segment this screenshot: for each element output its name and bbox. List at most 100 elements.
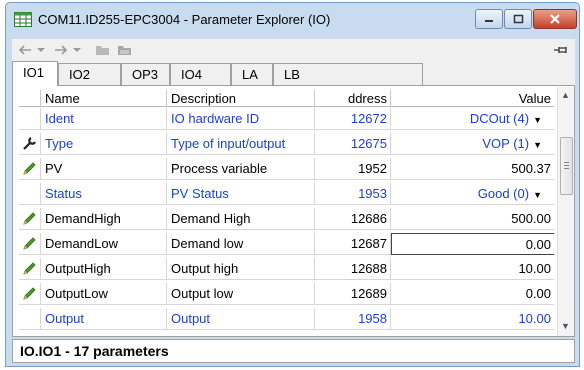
value-text: 10.00 xyxy=(518,311,551,326)
address-text: 12672 xyxy=(350,111,387,126)
table-row[interactable]: Type Type of input/output 12675 VOP (1) ▼ xyxy=(19,133,554,155)
tab-op3[interactable]: OP3 xyxy=(121,63,170,85)
description-text: Output low xyxy=(171,286,234,301)
minimize-button[interactable] xyxy=(475,9,503,29)
cell-value[interactable]: 500.37 xyxy=(391,158,554,180)
vertical-scrollbar[interactable]: ▲ ▼ xyxy=(557,87,574,336)
cell-address: 12688 xyxy=(315,258,391,280)
cell-address: 1952 xyxy=(315,158,391,180)
description-text: Type of input/output xyxy=(171,136,286,151)
tab-io4[interactable]: IO4 xyxy=(170,63,231,85)
description-text: PV Status xyxy=(171,186,229,201)
value-text: 10.00 xyxy=(518,261,551,276)
description-text: Demand High xyxy=(171,211,251,226)
row-icon-cell xyxy=(19,308,41,330)
address-text: 1953 xyxy=(358,186,387,201)
back-icon[interactable] xyxy=(18,42,32,58)
title-bar[interactable]: COM11.ID255-EPC3004 - Parameter Explorer… xyxy=(6,3,579,37)
cell-value[interactable]: 500.00 xyxy=(391,208,554,230)
cell-address: 12686 xyxy=(315,208,391,230)
name-text: DemandLow xyxy=(45,236,118,251)
column-header-address[interactable]: ddress xyxy=(315,90,391,107)
pin-icon[interactable] xyxy=(552,42,570,58)
row-icon-cell xyxy=(19,108,41,130)
dropdown-arrow-icon[interactable]: ▼ xyxy=(533,140,542,150)
tab-io2[interactable]: IO2 xyxy=(58,63,121,85)
cell-value[interactable]: DCOut (4) ▼ xyxy=(391,108,554,130)
cell-description: Output high xyxy=(167,258,315,280)
maximize-icon xyxy=(513,14,523,24)
cell-value[interactable]: VOP (1) ▼ xyxy=(391,133,554,155)
cell-value[interactable]: 0.00 xyxy=(391,283,554,305)
column-header-description[interactable]: Description xyxy=(167,90,315,107)
tab-strip: IO1 IO2 OP3 IO4 LA LB xyxy=(12,61,575,86)
column-header-name[interactable]: Name xyxy=(41,90,167,107)
cell-description: Process variable xyxy=(167,158,315,180)
table-row[interactable]: OutputLow Output low 12689 0.00 xyxy=(19,283,554,305)
tab-la[interactable]: LA xyxy=(231,63,273,85)
forward-dropdown-icon[interactable] xyxy=(72,42,82,58)
cell-name: OutputLow xyxy=(41,283,167,305)
close-button[interactable] xyxy=(533,9,577,29)
cell-description: Output xyxy=(167,308,315,330)
address-text: 1952 xyxy=(358,161,387,176)
pencil-icon xyxy=(22,261,37,276)
value-text: 500.00 xyxy=(511,211,551,226)
value-text: 0.00 xyxy=(525,286,551,301)
cell-name: PV xyxy=(41,158,167,180)
row-icon-cell xyxy=(19,208,41,230)
description-text: Process variable xyxy=(171,161,268,176)
cell-value[interactable]: 10.00 xyxy=(391,258,554,280)
name-text: Ident xyxy=(45,111,74,126)
scroll-down-icon[interactable]: ▼ xyxy=(561,321,570,331)
value-text: DCOut (4) xyxy=(469,111,530,126)
forward-icon[interactable] xyxy=(54,42,68,58)
tab-io1[interactable]: IO1 xyxy=(12,61,58,86)
row-icon-cell xyxy=(19,133,41,155)
address-text: 12686 xyxy=(350,211,387,226)
scroll-up-icon[interactable]: ▲ xyxy=(561,90,570,100)
name-text: Status xyxy=(45,186,82,201)
table-row[interactable]: PV Process variable 1952 500.37 xyxy=(19,158,554,180)
minimize-icon xyxy=(485,20,493,22)
dropdown-arrow-icon[interactable]: ▼ xyxy=(533,190,542,200)
cell-name: Status xyxy=(41,183,167,205)
table-row[interactable]: DemandHigh Demand High 12686 500.00 xyxy=(19,208,554,230)
cell-address: 12687 xyxy=(315,233,391,255)
description-text: Output high xyxy=(171,261,239,276)
scroll-thumb[interactable] xyxy=(560,137,573,195)
column-header-value[interactable]: Value xyxy=(391,90,554,107)
tab-lb[interactable]: LB xyxy=(273,63,423,85)
table-row[interactable]: Status PV Status 1953 Good (0) ▼ xyxy=(19,183,554,205)
cell-value[interactable]: Good (0) ▼ xyxy=(391,183,554,205)
close-icon xyxy=(550,14,560,24)
dropdown-arrow-icon[interactable]: ▼ xyxy=(533,115,542,125)
address-text: 1958 xyxy=(358,311,387,326)
folder-up-icon[interactable] xyxy=(116,42,132,58)
table-row[interactable]: OutputHigh Output high 12688 10.00 xyxy=(19,258,554,280)
grid-app-icon xyxy=(14,12,32,27)
table-row[interactable]: Ident IO hardware ID 12672 DCOut (4) ▼ xyxy=(19,108,554,130)
value-text: 0.00 xyxy=(525,237,551,252)
table-row[interactable]: Output Output 1958 10.00 xyxy=(19,308,554,330)
cell-value[interactable]: 10.00 xyxy=(391,308,554,330)
cell-address: 1958 xyxy=(315,308,391,330)
folder-icon[interactable] xyxy=(94,42,110,58)
row-icon-cell xyxy=(19,258,41,280)
parameter-panel: Name Description ddress Value Ident IO ha… xyxy=(12,85,575,337)
value-text: 500.37 xyxy=(511,161,551,176)
value-edit-box[interactable]: 0.00 xyxy=(391,233,554,255)
maximize-button[interactable] xyxy=(504,9,532,29)
icon-column-header xyxy=(19,90,41,107)
cell-name: DemandLow xyxy=(41,233,167,255)
table-row[interactable]: DemandLow Demand low 12687 0.00 xyxy=(19,233,554,255)
cell-description: Output low xyxy=(167,283,315,305)
cell-address: 12675 xyxy=(315,133,391,155)
back-dropdown-icon[interactable] xyxy=(36,42,46,58)
cell-description: Demand High xyxy=(167,208,315,230)
name-text: OutputHigh xyxy=(45,261,111,276)
grid-header: Name Description ddress Value xyxy=(19,90,554,107)
cell-name: DemandHigh xyxy=(41,208,167,230)
cell-name: Output xyxy=(41,308,167,330)
name-text: Output xyxy=(45,311,85,326)
